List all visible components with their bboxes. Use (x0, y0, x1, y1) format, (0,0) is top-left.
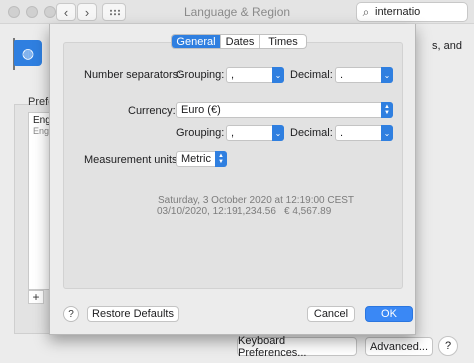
currency-decimal-label: Decimal: (290, 127, 333, 139)
currency-decimal-select[interactable]: . ⌄ (335, 125, 393, 141)
chevron-down-icon: ⌄ (381, 125, 393, 141)
grouping-select[interactable]: , ⌄ (226, 67, 284, 83)
number-separators-label: Number separators: (84, 69, 182, 81)
sheet-help-button[interactable]: ? (63, 306, 79, 322)
chevron-down-icon: ⌄ (381, 67, 393, 83)
chevron-updown-icon: ▲ ▼ (215, 151, 227, 167)
tab-dates[interactable]: Dates (221, 35, 260, 48)
chevron-updown-icon: ▲ ▼ (381, 102, 393, 118)
restore-defaults-button[interactable]: Restore Defaults (87, 306, 179, 322)
add-language-button[interactable]: + (28, 290, 44, 304)
search-icon: ⌕ (362, 4, 370, 19)
preview-currency: € 4,567.89 (284, 206, 332, 217)
background-description-text: s, and (432, 40, 462, 52)
grouping-label: Grouping: (176, 69, 225, 81)
tab-bar: General Dates Times (171, 34, 307, 49)
advanced-sheet: General Dates Times Number separators: G… (49, 24, 416, 335)
cancel-button[interactable]: Cancel (307, 306, 355, 322)
currency-label: Currency: (128, 105, 176, 117)
decimal-label: Decimal: (290, 69, 333, 81)
preview-date-line: Saturday, 3 October 2020 at 12:19:00 CES… (158, 195, 355, 206)
decimal-select[interactable]: . ⌄ (335, 67, 393, 83)
measurement-units-select[interactable]: Metric ▲ ▼ (176, 151, 227, 167)
search-input[interactable]: internatio (375, 6, 420, 18)
currency-grouping-label: Grouping: (176, 127, 225, 139)
plus-icon: + (32, 290, 40, 304)
window-titlebar: ‹ › Language & Region ⌕ internatio (0, 0, 474, 24)
advanced-button[interactable]: Advanced... (365, 337, 433, 356)
preview-short-date: 03/10/2020, 12:19 (157, 206, 238, 217)
list-item-subtitle: Eng (33, 126, 50, 136)
tab-times[interactable]: Times (260, 35, 306, 48)
flag-globe-icon: ◍ (14, 40, 42, 66)
ok-button[interactable]: OK (365, 306, 413, 322)
currency-grouping-select[interactable]: , ⌄ (226, 125, 284, 141)
tab-general[interactable]: General (172, 35, 221, 48)
language-list[interactable]: Eng Eng (28, 112, 51, 290)
search-field[interactable]: ⌕ internatio (356, 2, 468, 22)
currency-select[interactable]: Euro (€) ▲ ▼ (176, 102, 393, 118)
chevron-down-icon: ⌄ (272, 67, 284, 83)
measurement-units-label: Measurement units: (84, 154, 181, 166)
currency-value: Euro (€) (181, 104, 221, 116)
help-button[interactable]: ? (438, 336, 458, 356)
preview-number: 1,234.56 (237, 206, 276, 217)
chevron-down-icon: ⌄ (272, 125, 284, 141)
keyboard-preferences-button[interactable]: Keyboard Preferences... (237, 335, 357, 359)
